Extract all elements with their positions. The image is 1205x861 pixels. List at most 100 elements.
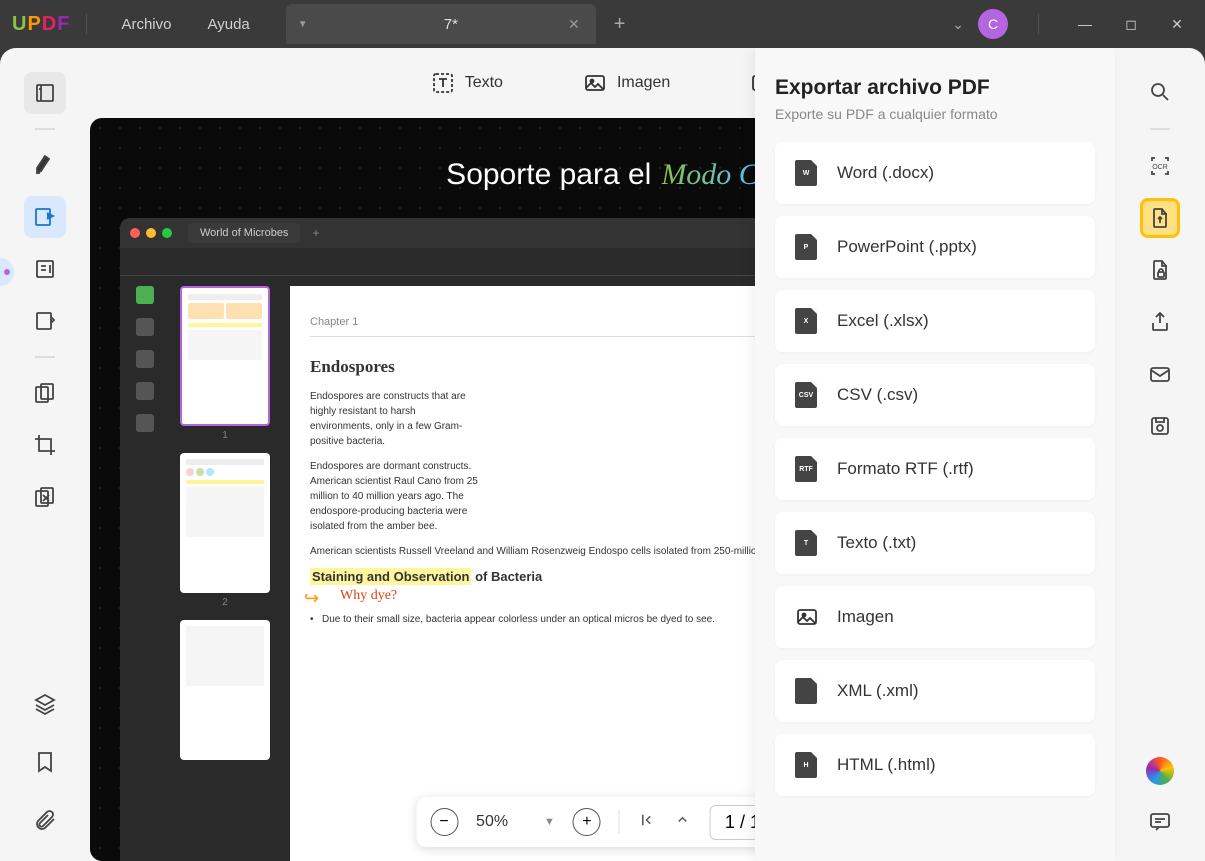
left-sidebar	[0, 48, 90, 861]
file-icon	[795, 678, 819, 704]
inner-tool-icon[interactable]	[136, 286, 154, 304]
tab-close-icon[interactable]: ✕	[564, 12, 584, 37]
maximize-traffic-light[interactable]	[162, 228, 172, 238]
page-thumbnail[interactable]	[180, 286, 270, 426]
email-button[interactable]	[1140, 354, 1180, 394]
thumbnail-panel: 1 2	[170, 276, 280, 861]
share-button[interactable]	[1140, 302, 1180, 342]
minimize-traffic-light[interactable]	[146, 228, 156, 238]
form-tool[interactable]	[24, 248, 66, 290]
first-page-button[interactable]	[638, 811, 656, 834]
inner-tool-icon[interactable]	[136, 382, 154, 400]
titlebar: UPDF Archivo Ayuda ▼ 7* ✕ + ⌄ C — ◻ ✕	[0, 0, 1205, 48]
export-option[interactable]: RTFFormato RTF (.rtf)	[775, 438, 1095, 500]
share-icon	[1148, 310, 1172, 334]
layers-tool[interactable]	[24, 683, 66, 725]
export-option[interactable]: HHTML (.html)	[775, 734, 1095, 796]
file-icon	[795, 604, 819, 630]
zoom-dropdown-icon[interactable]: ▼	[544, 816, 555, 828]
bookmark-tool[interactable]	[24, 741, 66, 783]
paragraph: Endospores are constructs that are highl…	[310, 389, 480, 449]
inner-tool-icon[interactable]	[136, 350, 154, 368]
export-option[interactable]: Imagen	[775, 586, 1095, 648]
avatar[interactable]: C	[978, 9, 1008, 39]
inner-add-tab[interactable]: +	[312, 226, 319, 240]
export-option[interactable]: W Word (.docx)	[775, 142, 1095, 204]
file-icon: W	[795, 160, 819, 186]
page-thumbnail[interactable]	[180, 620, 270, 760]
thumb-number: 1	[180, 430, 270, 441]
separator	[35, 128, 55, 130]
protect-button[interactable]	[1140, 250, 1180, 290]
maximize-button[interactable]: ◻	[1115, 8, 1147, 40]
zoom-value: 50%	[476, 813, 526, 831]
bottom-bar: − 50% ▼ + 1 / 1	[416, 797, 789, 847]
close-button[interactable]: ✕	[1161, 8, 1193, 40]
zoom-in-button[interactable]: +	[573, 808, 601, 836]
file-icon: T	[795, 530, 819, 556]
minimize-button[interactable]: —	[1069, 8, 1101, 40]
export-subtitle: Exporte su PDF a cualquier formato	[775, 106, 1095, 122]
thumb-number: 2	[180, 597, 270, 608]
export-option[interactable]: P PowerPoint (.pptx)	[775, 216, 1095, 278]
mail-icon	[1148, 362, 1172, 386]
export-label: XML (.xml)	[837, 681, 919, 701]
export-panel: Exportar archivo PDF Exporte su PDF a cu…	[755, 48, 1115, 861]
file-icon: P	[795, 234, 819, 260]
save-button[interactable]	[1140, 406, 1180, 446]
tab-dropdown-icon[interactable]: ▼	[298, 19, 308, 30]
image-icon	[583, 71, 607, 95]
file-icon: X	[795, 308, 819, 334]
inner-tool-icon[interactable]	[136, 414, 154, 432]
divider	[619, 810, 620, 834]
export-option[interactable]: CSVCSV (.csv)	[775, 364, 1095, 426]
separator	[1150, 128, 1170, 130]
reader-tool[interactable]	[24, 72, 66, 114]
file-icon: H	[795, 752, 819, 778]
ai-button[interactable]	[1146, 757, 1174, 785]
organize-tool[interactable]	[24, 372, 66, 414]
comment-button[interactable]	[1140, 801, 1180, 841]
ocr-button[interactable]: OCR	[1140, 146, 1180, 186]
page-tool[interactable]	[24, 300, 66, 342]
menu-help[interactable]: Ayuda	[190, 10, 268, 39]
prev-page-button[interactable]	[674, 811, 692, 834]
document-tab[interactable]: ▼ 7* ✕	[286, 4, 596, 44]
export-option[interactable]: X Excel (.xlsx)	[775, 290, 1095, 352]
export-option[interactable]: XML (.xml)	[775, 660, 1095, 722]
export-label: Word (.docx)	[837, 163, 934, 183]
redact-tool[interactable]	[24, 476, 66, 518]
export-label: Excel (.xlsx)	[837, 311, 929, 331]
convert-button[interactable]	[1140, 198, 1180, 238]
lock-file-icon	[1148, 258, 1172, 282]
close-traffic-light[interactable]	[130, 228, 140, 238]
highlighter-tool[interactable]	[24, 144, 66, 186]
attachment-tool[interactable]	[24, 799, 66, 841]
text-tool-label: Texto	[465, 74, 503, 92]
edit-tool[interactable]	[24, 196, 66, 238]
text-tool-button[interactable]: Texto	[431, 71, 503, 95]
crop-tool[interactable]	[24, 424, 66, 466]
image-tool-label: Imagen	[617, 74, 670, 92]
export-title: Exportar archivo PDF	[775, 76, 1095, 100]
image-tool-button[interactable]: Imagen	[583, 71, 670, 95]
convert-icon	[1148, 206, 1172, 230]
page-thumbnail[interactable]	[180, 453, 270, 593]
right-sidebar: OCR	[1115, 48, 1205, 861]
save-icon	[1148, 414, 1172, 438]
search-button[interactable]	[1140, 72, 1180, 112]
inner-tool-icon[interactable]	[136, 318, 154, 336]
ocr-icon: OCR	[1148, 154, 1172, 178]
inner-icon-bar	[120, 276, 170, 861]
inner-tab[interactable]: World of Microbes	[188, 223, 300, 243]
export-option[interactable]: TTexto (.txt)	[775, 512, 1095, 574]
banner-text: Soporte para el Modo C	[446, 158, 759, 192]
export-label: CSV (.csv)	[837, 385, 918, 405]
zoom-out-button[interactable]: −	[430, 808, 458, 836]
chevron-down-icon[interactable]: ⌄	[952, 16, 964, 33]
svg-text:OCR: OCR	[1152, 164, 1168, 171]
export-label: PowerPoint (.pptx)	[837, 237, 977, 257]
divider	[1038, 14, 1039, 34]
menu-file[interactable]: Archivo	[103, 10, 189, 39]
new-tab-button[interactable]: +	[614, 13, 626, 36]
